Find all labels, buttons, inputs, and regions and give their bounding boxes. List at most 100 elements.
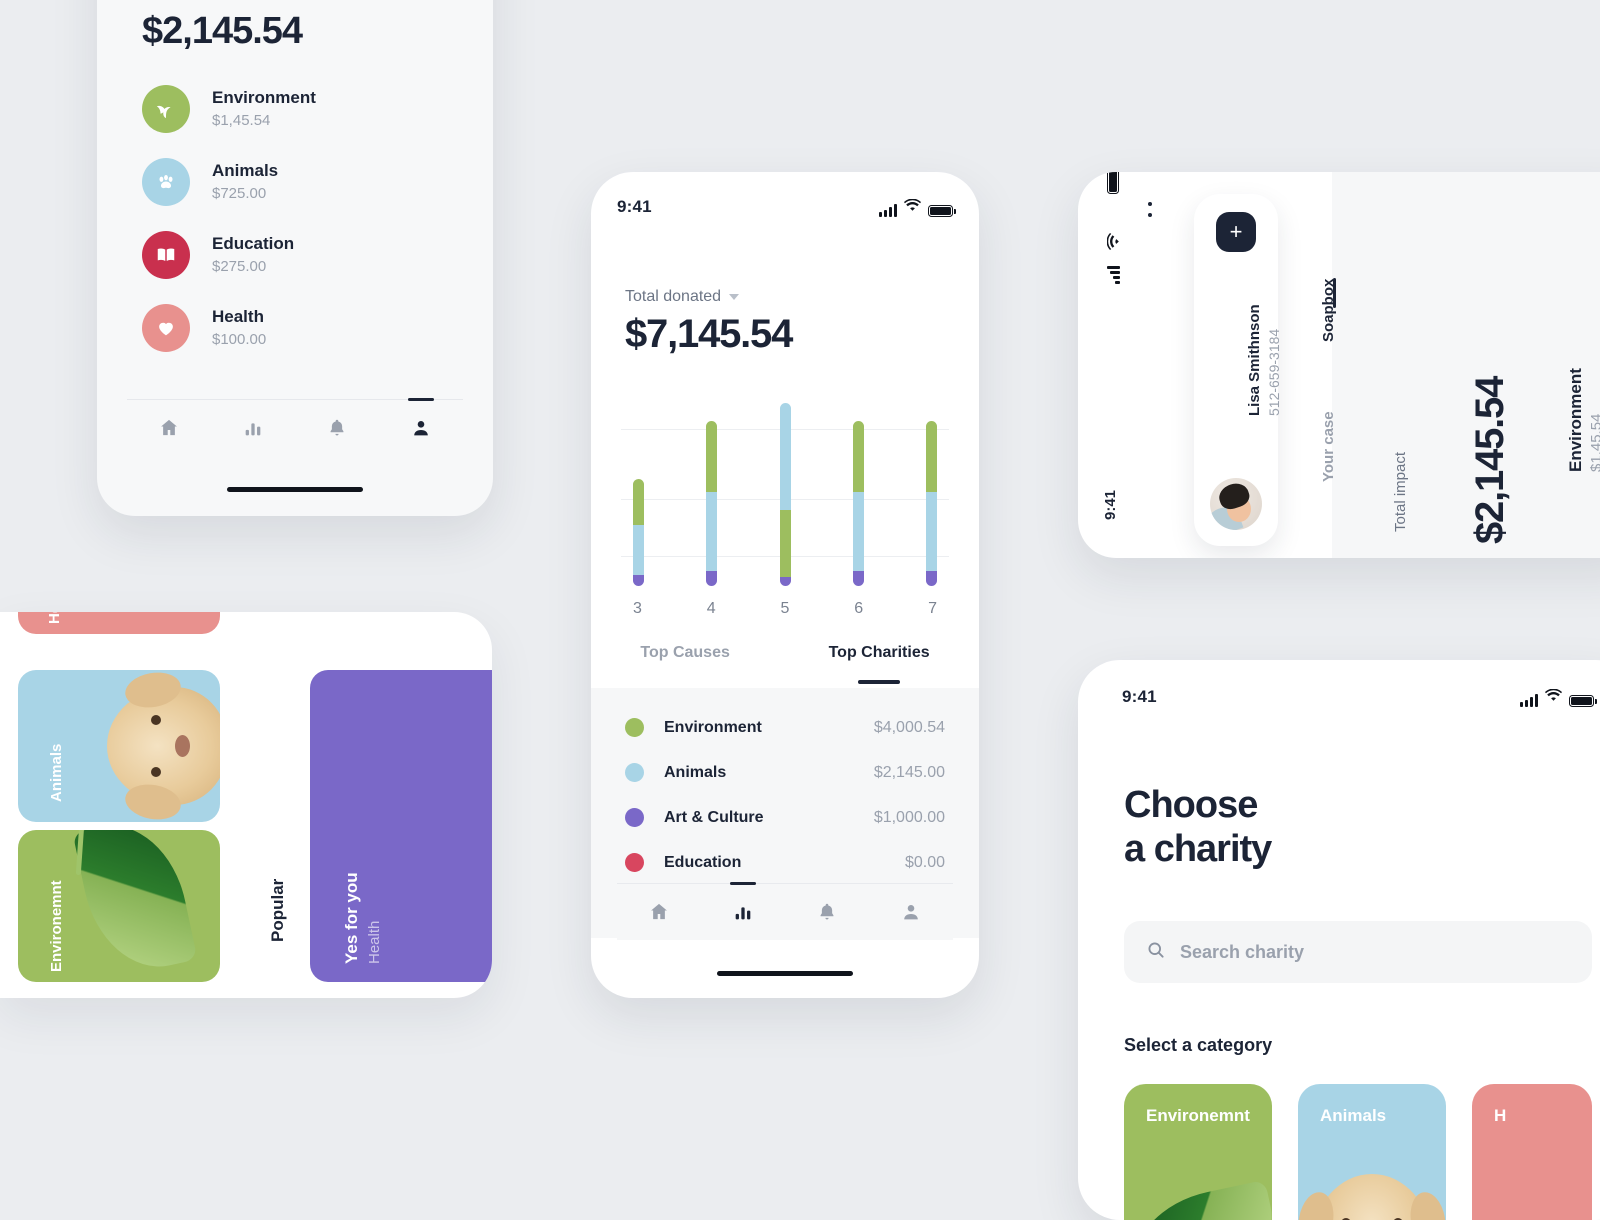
add-button[interactable]: + (1216, 212, 1256, 252)
impact-category-name: Environment (1566, 368, 1585, 472)
chart-bar (779, 402, 791, 586)
x-axis-tick: 7 (928, 600, 937, 617)
category-card-label: Animals (1320, 1106, 1387, 1126)
tabbar-stats[interactable] (225, 400, 281, 456)
tab-top-causes[interactable]: Top Causes (640, 644, 730, 676)
chart-bar-segment (852, 421, 864, 492)
category-tile-health[interactable]: Health (18, 612, 220, 634)
tabbar-notifications[interactable] (309, 400, 365, 456)
charity-amount: $2,145.00 (873, 763, 945, 781)
chart-bar-segment (633, 478, 644, 525)
tabbar-profile[interactable] (883, 884, 939, 940)
category-list: Environment $1,45.54 Animals $725.00 Edu… (97, 53, 493, 352)
active-tab-indicator (408, 398, 434, 402)
charity-row[interactable]: Education $0.00 (625, 853, 945, 872)
search-placeholder: Search charity (1180, 941, 1305, 962)
popular-categories-card: Health Animals Environemnt Popular (0, 612, 492, 998)
category-row-environment[interactable]: Environment $1,45.54 (142, 85, 493, 133)
charity-color-dot (625, 718, 644, 737)
contact-card[interactable]: + Lisa Smithnson 512-659-3184 (1194, 194, 1282, 546)
canvas: $2,145.54 Environment $1,45.54 Animals $… (0, 0, 1600, 1220)
page-title: Choose a charity (1078, 714, 1600, 871)
kebab-menu-icon[interactable] (1148, 202, 1152, 217)
bottom-tabbar (617, 882, 953, 940)
feature-tile-subtitle: Health (366, 920, 383, 964)
bottom-tabbar (127, 398, 463, 456)
leaf-photo (1124, 1180, 1272, 1220)
wifi-icon (1106, 233, 1125, 250)
category-row-animals[interactable]: Animals $725.00 (142, 158, 493, 206)
chart-bar-segment (926, 421, 937, 492)
category-name: Health (212, 307, 264, 327)
choose-charity-phone: 9:41 Choose a charity Search charity Sel… (1078, 660, 1600, 1220)
wifi-icon (1545, 687, 1562, 707)
chevron-down-icon[interactable] (729, 294, 740, 300)
battery-icon (1569, 694, 1597, 707)
category-name: Animals (212, 161, 279, 181)
chart-bar-segment (706, 571, 718, 586)
chart-bar-segment (633, 574, 644, 586)
chart-bar-segment (926, 571, 937, 586)
chart-bar (852, 421, 864, 586)
charity-name: Education (664, 853, 742, 871)
feature-tile-yes-for-you[interactable]: Yes for you Health (310, 670, 492, 982)
donation-bar-chart (621, 401, 949, 586)
category-name: Environment (212, 88, 316, 108)
leaf-icon (142, 85, 190, 133)
chart-bar-segment (852, 571, 864, 586)
metric-label: Total donated (625, 288, 722, 305)
tab-top-charities[interactable]: Top Charities (829, 644, 930, 676)
signal-icon (1107, 266, 1120, 284)
search-input[interactable]: Search charity (1124, 921, 1592, 984)
home-indicator (227, 486, 363, 492)
impact-category-amount: $1,45.54 (1588, 413, 1600, 472)
tab-your-case[interactable]: Your case (1320, 411, 1337, 482)
charity-color-dot (625, 853, 644, 872)
category-tile-environment[interactable]: Environemnt (18, 830, 220, 982)
chart-bar-segment (706, 491, 718, 572)
impact-summary-card: $2,145.54 Environment $1,45.54 Animals $… (97, 0, 493, 516)
category-tile-animals[interactable]: Animals (18, 670, 220, 822)
category-amount: $100.00 (212, 330, 267, 348)
add-button-label: + (1229, 219, 1243, 244)
charity-row[interactable]: Environment $4,000.54 (625, 718, 945, 737)
hand-photo (310, 670, 492, 982)
category-tile-label: Environemnt (48, 880, 65, 972)
category-card-row: Environemnt Animals H (1078, 1056, 1600, 1220)
impact-label: Total impact (1392, 451, 1409, 532)
charity-row[interactable]: Art & Culture $1,000.00 (625, 808, 945, 827)
contact-phone: 512-659-3184 (1266, 328, 1282, 416)
metric-value: $7,145.54 (625, 312, 793, 356)
tabbar-notifications[interactable] (799, 884, 855, 940)
chart-bar-segment (633, 524, 644, 575)
book-icon (142, 231, 190, 279)
status-bar: 9:41 (1078, 680, 1600, 714)
category-card-label: Environemnt (1146, 1106, 1250, 1126)
category-row-education[interactable]: Education $275.00 (142, 231, 493, 279)
feature-tile-title: Yes for you (342, 872, 361, 964)
tabbar-home[interactable] (141, 400, 197, 456)
chart-bar-segment (779, 402, 791, 511)
x-axis-tick: 4 (706, 600, 716, 617)
search-icon (1146, 940, 1166, 965)
metric-label-row[interactable]: Total donated (625, 288, 979, 306)
tabbar-stats[interactable] (715, 882, 771, 940)
impact-value: $2,145.54 (1468, 376, 1512, 544)
charity-row[interactable]: Animals $2,145.00 (625, 763, 945, 782)
category-name: Education (212, 234, 295, 254)
list-tabs: Top Causes Top Charities (591, 644, 979, 676)
x-axis-tick: 3 (633, 600, 642, 617)
category-row-health[interactable]: Health $100.00 (142, 304, 493, 352)
status-time: 9:41 (617, 197, 652, 216)
signal-icon (1520, 694, 1538, 707)
bar-group (621, 401, 949, 586)
chart-bar-segment (706, 421, 718, 492)
wifi-icon (904, 197, 921, 217)
category-amount: $1,45.54 (212, 111, 271, 129)
heart-icon (142, 304, 190, 352)
chart-bar-segment (779, 510, 791, 577)
tabbar-home[interactable] (631, 884, 687, 940)
tabbar-profile[interactable] (393, 398, 449, 456)
status-time: 9:41 (1122, 687, 1157, 706)
popular-section-label: Popular (268, 878, 287, 942)
